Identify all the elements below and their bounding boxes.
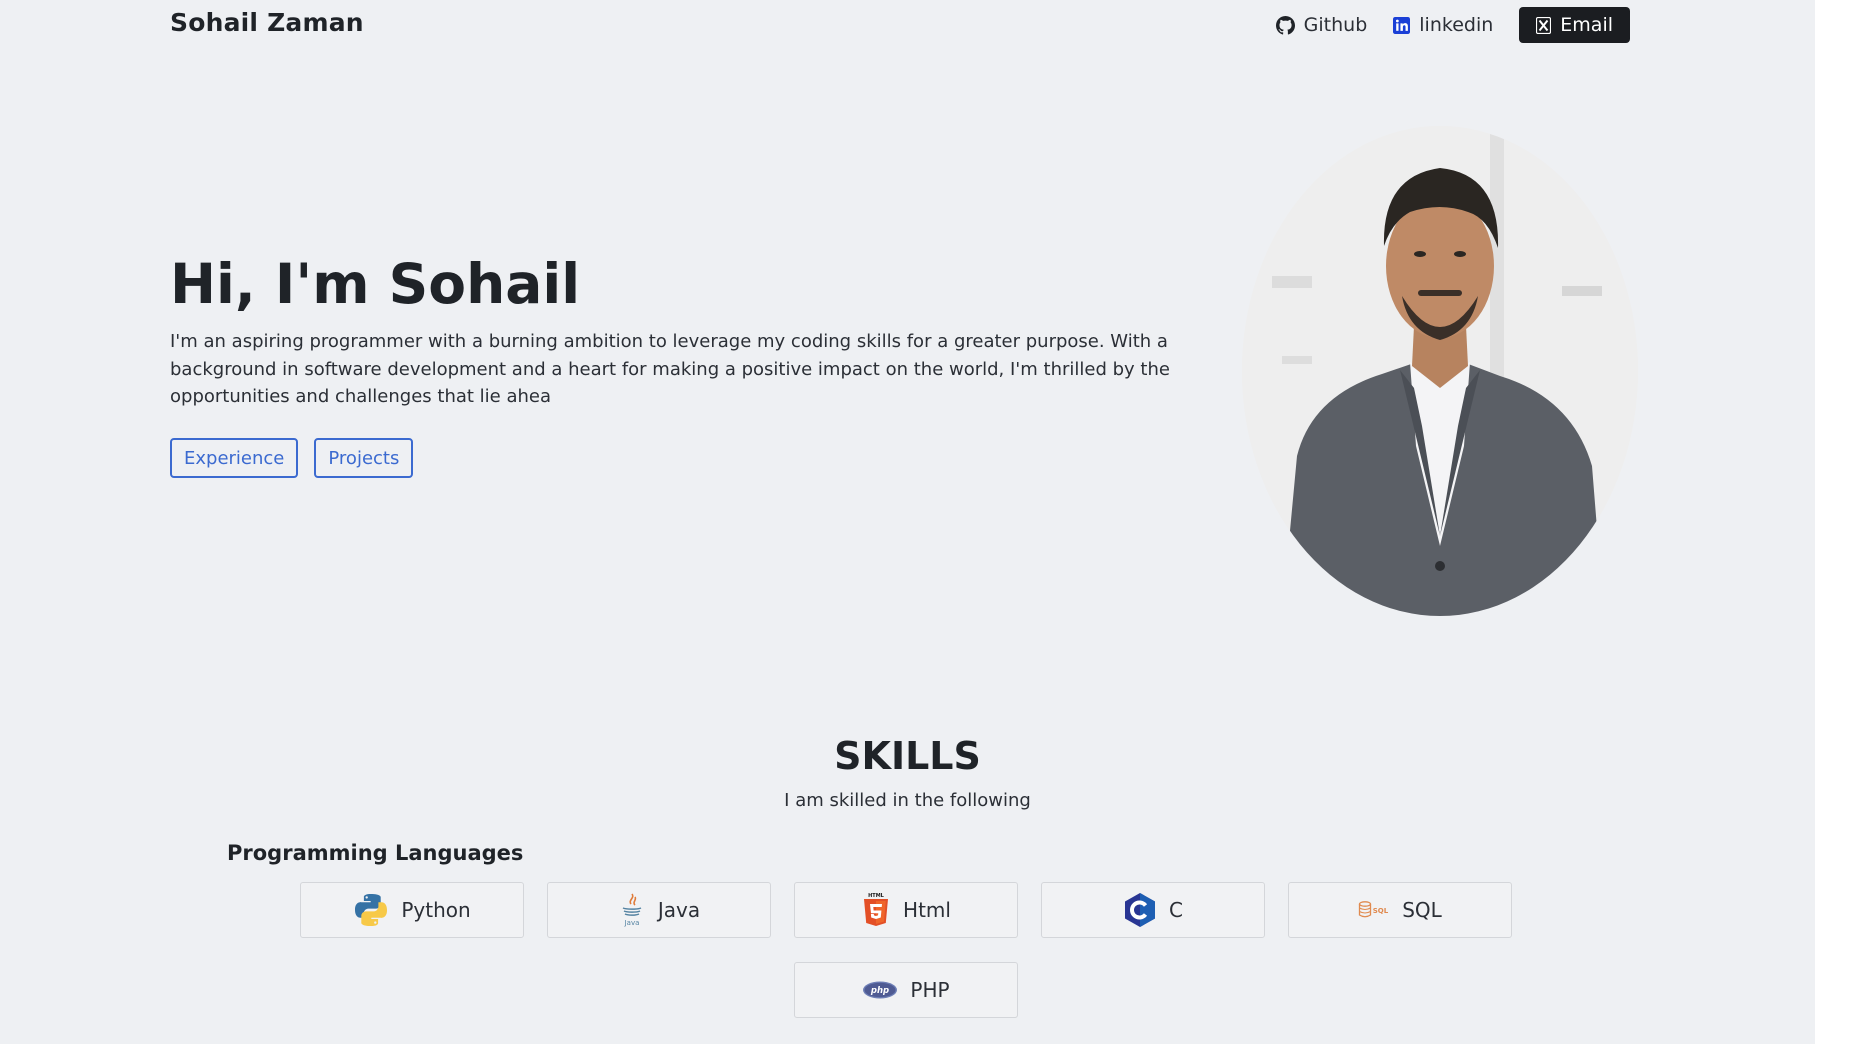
page: Sohail Zaman Github linkedin Email Hi, I… bbox=[0, 0, 1815, 1044]
svg-text:HTML: HTML bbox=[868, 893, 885, 899]
email-icon bbox=[1536, 16, 1552, 34]
linkedin-link[interactable]: linkedin bbox=[1393, 14, 1493, 36]
svg-text:Java: Java bbox=[623, 919, 639, 927]
skill-label: SQL bbox=[1402, 898, 1442, 922]
profile-photo bbox=[1242, 126, 1638, 616]
hero-buttons: Experience Projects bbox=[170, 438, 429, 478]
skills-category-heading: Programming Languages bbox=[227, 841, 524, 865]
skill-card-python: Python bbox=[300, 882, 524, 938]
java-icon: Java bbox=[618, 892, 646, 928]
svg-text:SQL: SQL bbox=[1373, 907, 1389, 915]
hero-description: I'm an aspiring programmer with a burnin… bbox=[170, 331, 1170, 407]
python-icon bbox=[353, 892, 389, 928]
php-icon: php bbox=[862, 980, 898, 1000]
skill-card-php: php PHP bbox=[794, 962, 1018, 1018]
skills-grid: Python Java Java HTML Html C SQL SQL php… bbox=[295, 882, 1517, 1018]
skills-title: SKILLS bbox=[834, 734, 981, 778]
sql-icon: SQL bbox=[1358, 900, 1390, 920]
c-language-icon bbox=[1123, 892, 1157, 928]
linkedin-icon bbox=[1393, 16, 1411, 34]
skill-label: Html bbox=[903, 898, 951, 922]
skill-label: Java bbox=[657, 898, 701, 922]
skill-card-html: HTML Html bbox=[794, 882, 1018, 938]
linkedin-label: linkedin bbox=[1419, 14, 1494, 36]
skills-subtitle: I am skilled in the following bbox=[784, 790, 1031, 811]
skill-label: PHP bbox=[910, 978, 950, 1002]
github-label: Github bbox=[1303, 14, 1368, 36]
skill-card-java: Java Java bbox=[547, 882, 771, 938]
svg-text:php: php bbox=[870, 986, 889, 996]
github-link[interactable]: Github bbox=[1275, 14, 1368, 36]
github-icon bbox=[1275, 15, 1295, 35]
header: Sohail Zaman Github linkedin Email bbox=[170, 0, 1630, 52]
skill-label: Python bbox=[401, 898, 471, 922]
profile-person-image bbox=[1242, 126, 1638, 616]
html5-icon: HTML bbox=[861, 892, 891, 928]
skill-card-sql: SQL SQL bbox=[1288, 882, 1512, 938]
email-button[interactable]: Email bbox=[1519, 7, 1630, 43]
hero-title: Hi, I'm Sohail bbox=[170, 252, 581, 316]
email-label: Email bbox=[1560, 14, 1613, 36]
page-edge bbox=[1815, 0, 1869, 1044]
brand-name[interactable]: Sohail Zaman bbox=[170, 8, 364, 37]
nav: Github linkedin Email bbox=[1250, 7, 1630, 43]
skill-label: C bbox=[1169, 898, 1183, 922]
experience-button[interactable]: Experience bbox=[170, 438, 299, 478]
projects-button[interactable]: Projects bbox=[314, 438, 414, 478]
skill-card-c: C bbox=[1041, 882, 1265, 938]
